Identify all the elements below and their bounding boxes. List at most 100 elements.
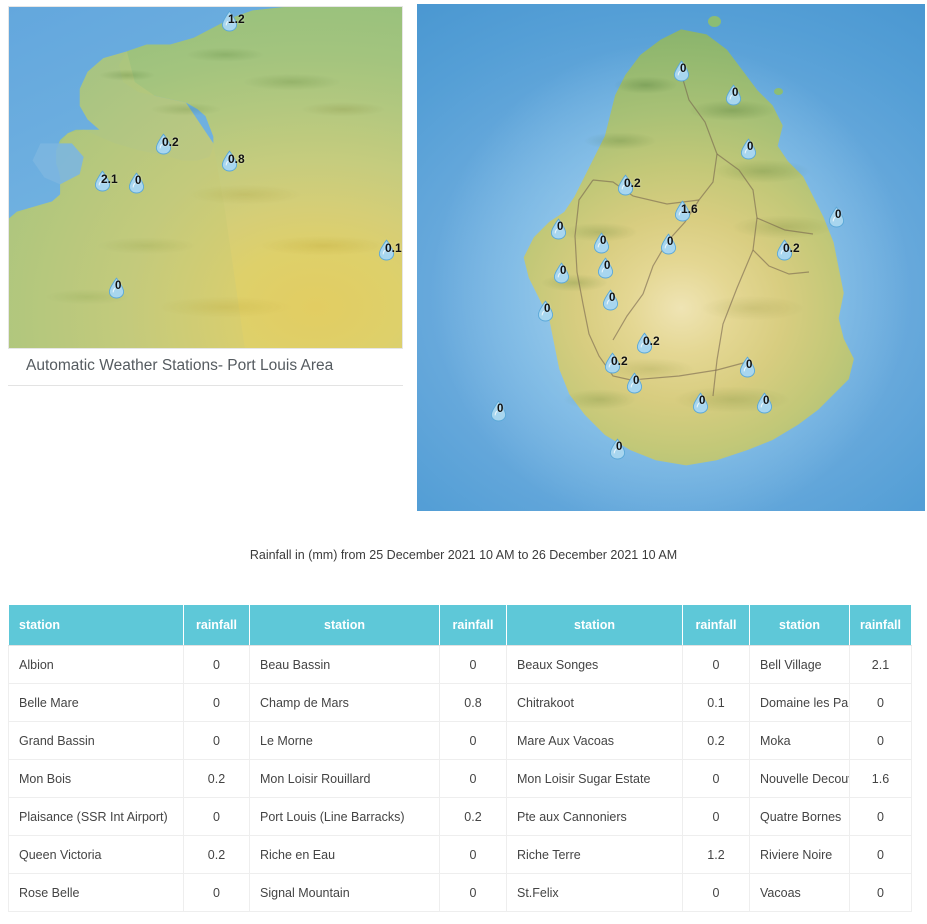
left-map-rainfall-marker[interactable]: 0.8 — [221, 150, 238, 172]
header-rainfall-2[interactable]: rainfall — [440, 605, 507, 646]
right-map-rainfall-marker[interactable]: 0 — [490, 400, 507, 422]
rainfall-value-cell: 0 — [850, 836, 912, 874]
rainfall-period-caption: Rainfall in (mm) from 25 December 2021 1… — [0, 548, 927, 562]
terrain-texture-layer — [9, 7, 402, 348]
right-map-rainfall-marker[interactable]: 0 — [626, 372, 643, 394]
left-map-block: 1.20.20.82.100.10 Automatic Weather Stat… — [8, 6, 403, 386]
marker-value: 0 — [600, 235, 606, 247]
rainfall-table-head: stationrainfallstationrainfallstationrai… — [9, 605, 912, 646]
rainfall-table: stationrainfallstationrainfallstationrai… — [8, 604, 912, 912]
marker-value: 0 — [544, 303, 550, 315]
right-map-rainfall-marker[interactable]: 0 — [537, 300, 554, 322]
station-name-cell: Belle Mare — [9, 684, 184, 722]
left-map-rainfall-marker[interactable]: 0.2 — [155, 133, 172, 155]
station-name-cell: Riche en Eau — [250, 836, 440, 874]
marker-value: 0.2 — [783, 242, 800, 254]
station-name-cell: Moka — [750, 722, 850, 760]
header-station-2[interactable]: station — [250, 605, 440, 646]
right-map-rainfall-marker[interactable]: 0 — [725, 84, 742, 106]
rainfall-value-cell: 0 — [683, 646, 750, 684]
marker-value: 0 — [497, 403, 503, 415]
right-map-rainfall-marker[interactable]: 0 — [602, 289, 619, 311]
station-name-cell: Grand Bassin — [9, 722, 184, 760]
right-map-rainfall-marker[interactable]: 0 — [673, 60, 690, 82]
rainfall-value-cell: 0 — [850, 722, 912, 760]
mauritius-island-map[interactable]: 0000.21.600000.200000.20.2000000 — [417, 4, 925, 511]
maps-row: 1.20.20.82.100.10 Automatic Weather Stat… — [0, 0, 927, 535]
rainfall-value-cell: 0 — [184, 798, 250, 836]
left-map-rainfall-marker[interactable]: 0 — [108, 277, 125, 299]
header-station-1[interactable]: station — [9, 605, 184, 646]
rainfall-value-cell: 0.2 — [683, 722, 750, 760]
rainfall-value-cell: 0 — [440, 760, 507, 798]
rainfall-value-cell: 0.2 — [440, 798, 507, 836]
station-name-cell: Champ de Mars — [250, 684, 440, 722]
rainfall-table-wrap: stationrainfallstationrainfallstationrai… — [8, 604, 911, 912]
port-louis-area-map[interactable]: 1.2 0.2 0.8 2.1 0 0.1 0 — [8, 6, 403, 349]
header-rainfall-1[interactable]: rainfall — [184, 605, 250, 646]
right-map-rainfall-marker[interactable]: 0.2 — [604, 352, 621, 374]
station-name-cell: Nouvelle Decouverte — [750, 760, 850, 798]
right-map-rainfall-marker[interactable]: 0 — [597, 257, 614, 279]
marker-value: 0 — [115, 280, 121, 292]
right-map-rainfall-marker[interactable]: 0 — [739, 356, 756, 378]
right-map-rainfall-marker[interactable]: 0.2 — [776, 239, 793, 261]
rainfall-value-cell: 0 — [184, 722, 250, 760]
right-map-rainfall-marker[interactable]: 0 — [553, 262, 570, 284]
station-name-cell: Beau Bassin — [250, 646, 440, 684]
header-station-4[interactable]: station — [750, 605, 850, 646]
station-name-cell: Port Louis (Line Barracks) — [250, 798, 440, 836]
right-map-rainfall-marker[interactable]: 0 — [609, 438, 626, 460]
table-row: Albion0Beau Bassin0Beaux Songes0Bell Vil… — [9, 646, 912, 684]
right-map-rainfall-marker[interactable]: 0.2 — [636, 332, 653, 354]
marker-value: 0.2 — [611, 355, 628, 367]
marker-value: 0 — [763, 395, 769, 407]
station-name-cell: Chitrakoot — [507, 684, 683, 722]
right-map-rainfall-marker[interactable]: 0 — [593, 232, 610, 254]
station-name-cell: Riviere Noire — [750, 836, 850, 874]
right-map-rainfall-marker[interactable]: 0 — [660, 233, 677, 255]
rainfall-value-cell: 0 — [184, 874, 250, 912]
station-name-cell: Domaine les Pailles — [750, 684, 850, 722]
right-map-rainfall-marker[interactable]: 0 — [692, 392, 709, 414]
left-map-rainfall-marker[interactable]: 1.2 — [221, 10, 238, 32]
rainfall-value-cell: 0 — [683, 798, 750, 836]
table-row: Queen Victoria0.2Riche en Eau0Riche Terr… — [9, 836, 912, 874]
right-map-rainfall-marker[interactable]: 0 — [740, 138, 757, 160]
table-row: Belle Mare0Champ de Mars0.8Chitrakoot0.1… — [9, 684, 912, 722]
left-map-rainfall-marker[interactable]: 0.1 — [378, 239, 395, 261]
header-rainfall-4[interactable]: rainfall — [850, 605, 912, 646]
station-name-cell: Signal Mountain — [250, 874, 440, 912]
marker-value: 1.2 — [228, 13, 245, 25]
marker-value: 0 — [667, 236, 673, 248]
left-map-rainfall-marker[interactable]: 2.1 — [94, 170, 111, 192]
left-map-rainfall-marker[interactable]: 0 — [128, 172, 145, 194]
station-name-cell: Queen Victoria — [9, 836, 184, 874]
marker-value: 0 — [732, 87, 738, 99]
table-row: Plaisance (SSR Int Airport)0Port Louis (… — [9, 798, 912, 836]
marker-value: 0 — [609, 292, 615, 304]
table-row: Rose Belle0Signal Mountain0St.Felix0Vaco… — [9, 874, 912, 912]
header-station-3[interactable]: station — [507, 605, 683, 646]
table-row: Grand Bassin0Le Morne0Mare Aux Vacoas0.2… — [9, 722, 912, 760]
rainfall-value-cell: 0 — [683, 760, 750, 798]
marker-value: 0 — [135, 175, 141, 187]
station-name-cell: Mare Aux Vacoas — [507, 722, 683, 760]
right-map-rainfall-marker[interactable]: 0 — [550, 218, 567, 240]
marker-value: 0 — [835, 209, 841, 221]
station-name-cell: Beaux Songes — [507, 646, 683, 684]
rainfall-value-cell: 0.2 — [184, 836, 250, 874]
marker-value: 0.2 — [162, 136, 179, 148]
marker-value: 0 — [557, 221, 563, 233]
station-name-cell: Albion — [9, 646, 184, 684]
right-map-rainfall-marker[interactable]: 0.2 — [617, 174, 634, 196]
marker-value: 2.1 — [101, 173, 118, 185]
table-row: Mon Bois0.2Mon Loisir Rouillard0Mon Lois… — [9, 760, 912, 798]
marker-value: 0.1 — [385, 242, 402, 254]
rainfall-value-cell: 1.6 — [850, 760, 912, 798]
right-map-rainfall-marker[interactable]: 0 — [828, 206, 845, 228]
right-map-rainfall-marker[interactable]: 0 — [756, 392, 773, 414]
right-map-rainfall-marker[interactable]: 1.6 — [674, 200, 691, 222]
header-rainfall-3[interactable]: rainfall — [683, 605, 750, 646]
station-name-cell: Pte aux Cannoniers — [507, 798, 683, 836]
